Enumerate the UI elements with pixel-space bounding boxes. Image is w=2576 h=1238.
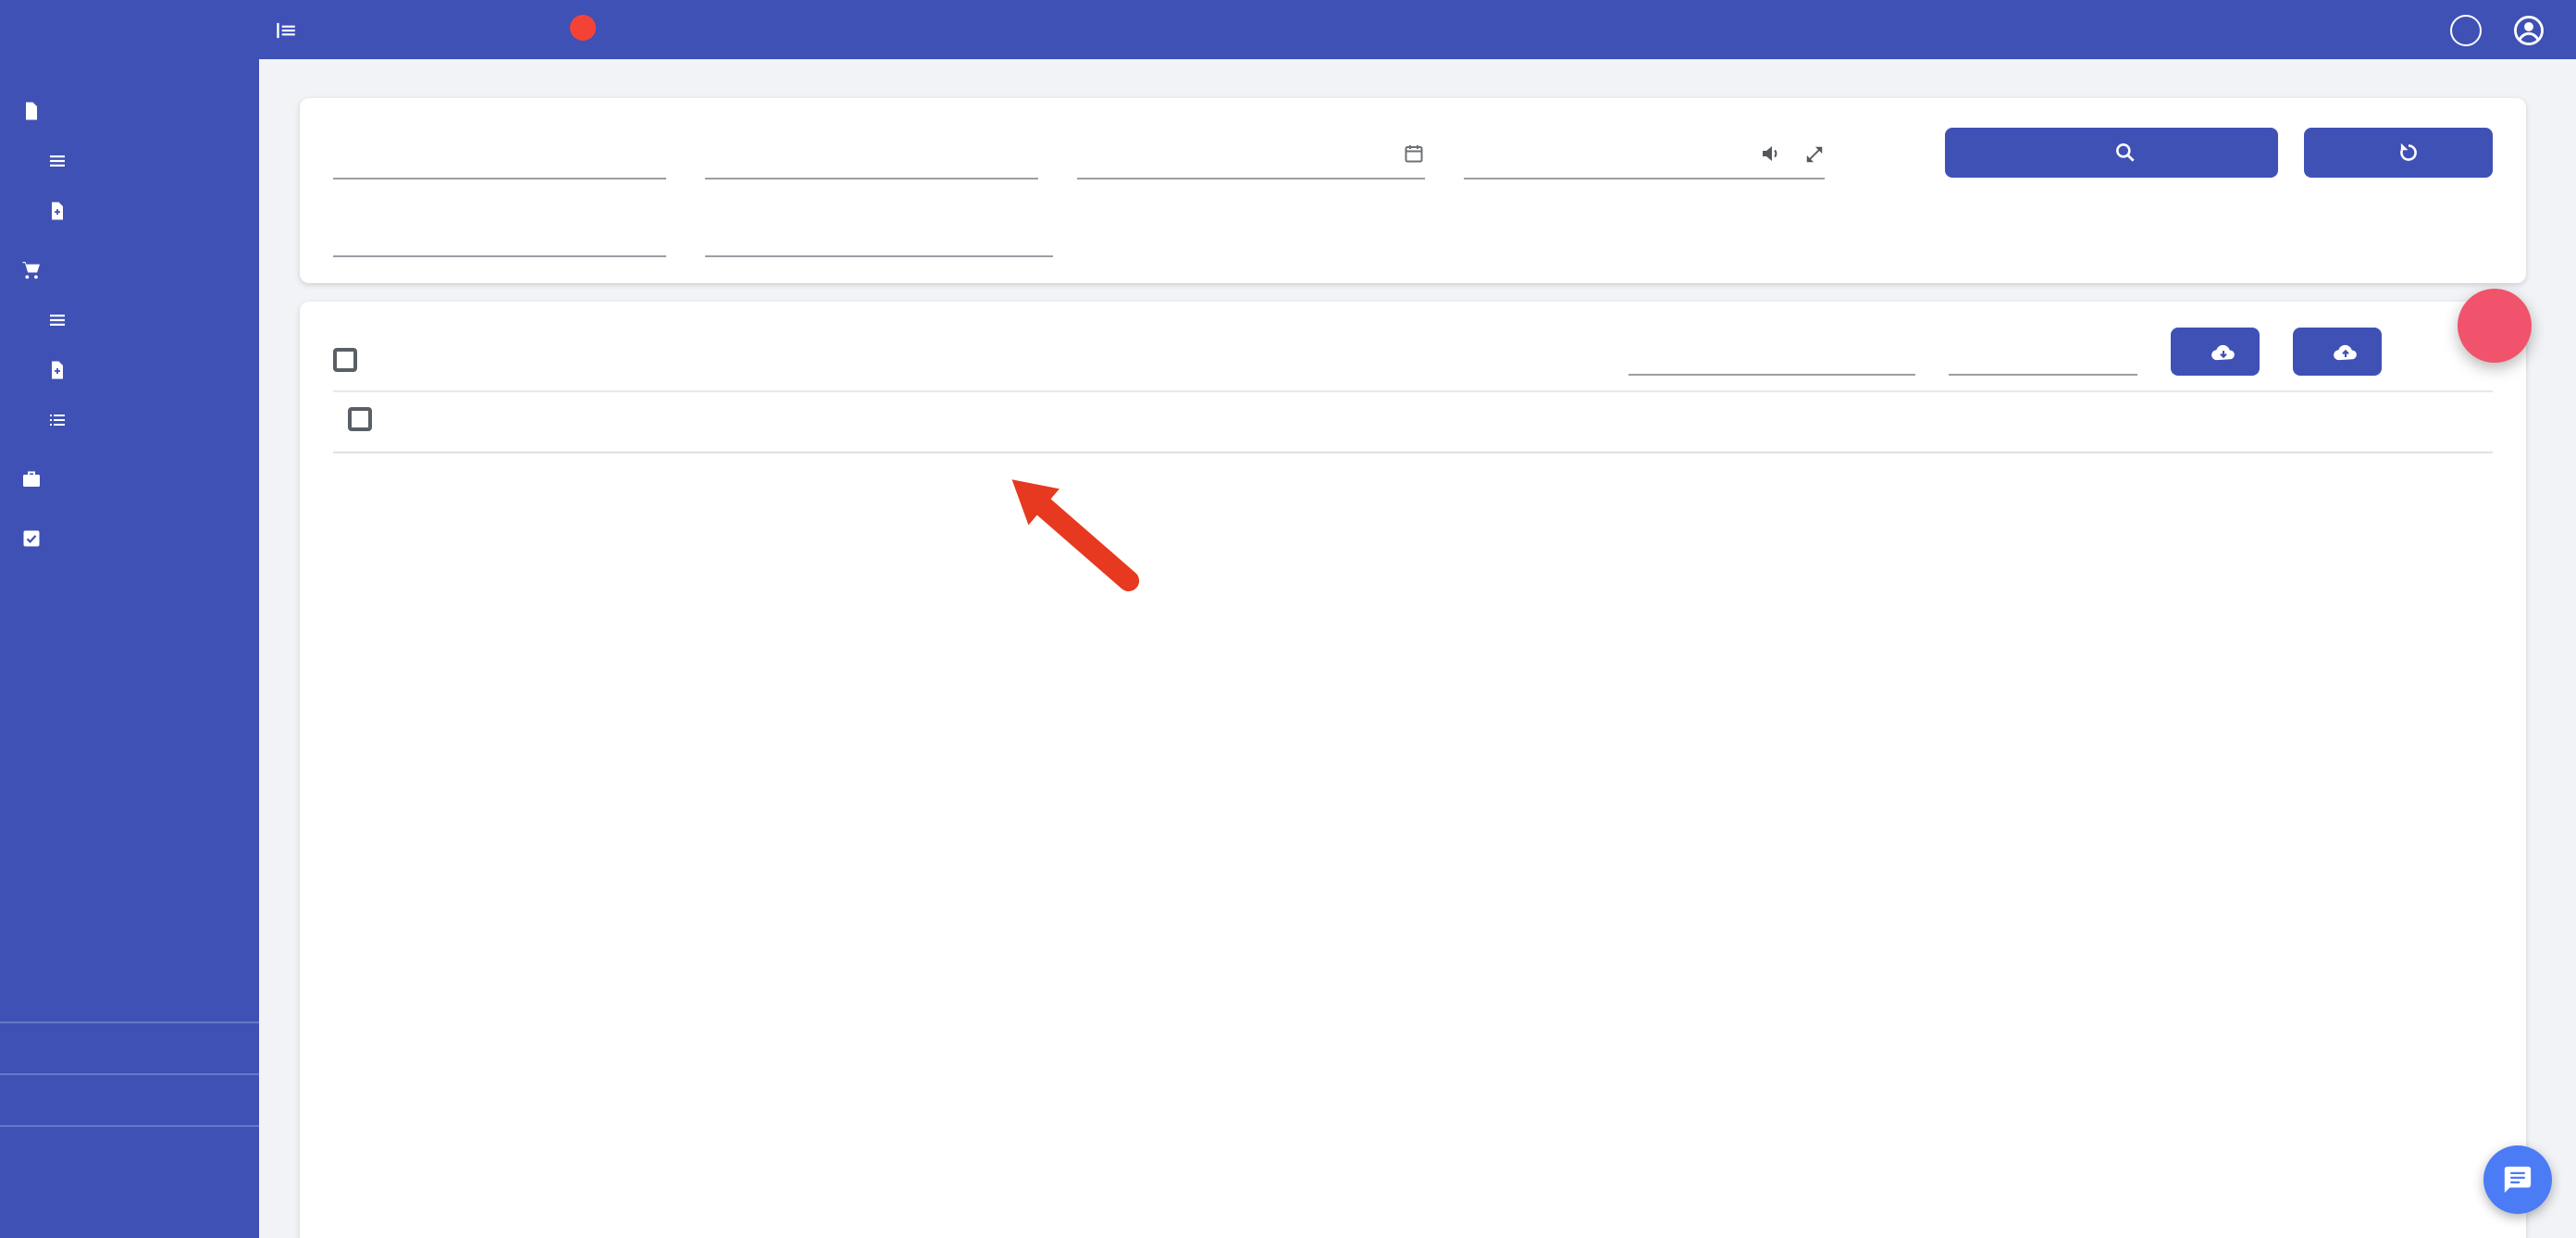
col-mededeling[interactable] xyxy=(2298,391,2493,452)
col-omschrijving[interactable] xyxy=(1710,391,1854,452)
col-type[interactable] xyxy=(633,391,711,452)
col-opmerking[interactable] xyxy=(1573,391,1710,452)
doc-nummer-tot-input[interactable] xyxy=(705,142,1038,165)
top-nav xyxy=(0,0,2576,59)
sidebar-toggle-icon[interactable] xyxy=(274,18,298,42)
sidebar-item-supporttutorials[interactable] xyxy=(0,1177,259,1227)
col-kleurcode[interactable] xyxy=(481,391,583,452)
sidebar-item-bezoeken[interactable] xyxy=(0,453,259,503)
filter-panel xyxy=(300,98,2526,283)
document-icon xyxy=(20,99,43,121)
calendar-icon[interactable] xyxy=(1403,142,1425,165)
table-header-row xyxy=(333,391,2493,452)
chat-button[interactable] xyxy=(2483,1145,2552,1214)
col-ref-klant[interactable] xyxy=(2100,391,2298,452)
zoeken-button[interactable] xyxy=(1945,128,2278,178)
chat-icon xyxy=(2502,1164,2533,1195)
sidebar-item-documenten[interactable] xyxy=(0,85,259,135)
sidebar xyxy=(0,0,259,1238)
documents-panel xyxy=(300,302,2526,1238)
app-version xyxy=(0,1127,259,1177)
sidebar-item-artikels[interactable] xyxy=(0,244,259,294)
toolbar-actions xyxy=(1629,328,2382,376)
account-icon[interactable] xyxy=(2511,12,2546,47)
select-all-checkbox[interactable] xyxy=(348,407,372,431)
document-type-select[interactable] xyxy=(333,187,666,257)
col-referentie[interactable] xyxy=(1982,391,2100,452)
export-excel-button[interactable] xyxy=(2171,328,2260,376)
list-icon xyxy=(46,308,68,330)
speaker-icon[interactable] xyxy=(1760,142,1782,165)
col-verval-datum[interactable] xyxy=(798,391,912,452)
sidebar-item-maak-nieuw-artikel[interactable] xyxy=(0,344,259,394)
app-viewport xyxy=(0,0,2576,1238)
add-button[interactable] xyxy=(2458,289,2532,363)
reset-icon xyxy=(2396,141,2421,165)
bulk-button[interactable] xyxy=(2293,328,2382,376)
briefcase-icon xyxy=(20,467,43,489)
notification-badge xyxy=(570,15,596,41)
cloud-upload-icon xyxy=(2332,338,2359,365)
col-openstaand[interactable] xyxy=(1419,391,1521,452)
documents-table xyxy=(333,390,2493,453)
sidebar-item-instellingen[interactable] xyxy=(0,1023,259,1075)
col-ubl[interactable] xyxy=(1521,391,1573,452)
sidebar-item-todos[interactable] xyxy=(0,513,259,563)
col-btw[interactable] xyxy=(1157,391,1234,452)
reset-button[interactable] xyxy=(2304,128,2493,178)
doc-nummer-van-input[interactable] xyxy=(333,142,666,165)
col-totaal[interactable] xyxy=(1234,391,1327,452)
sidebar-footer xyxy=(0,972,259,1227)
doc-nummer-van-field xyxy=(333,130,666,180)
col-status[interactable] xyxy=(1854,391,1982,452)
table-toolbar xyxy=(333,320,2493,387)
overzicht-totalen xyxy=(333,348,376,376)
van-tot-input[interactable] xyxy=(1077,142,1381,165)
col-klant[interactable] xyxy=(912,391,1071,452)
filter-actions xyxy=(1945,128,2493,180)
sidebar-item-import-en-export[interactable] xyxy=(0,972,259,1023)
list-alt-icon xyxy=(46,408,68,430)
new-document-icon xyxy=(46,358,68,380)
status-select[interactable] xyxy=(705,187,1053,257)
kolommen-select[interactable] xyxy=(1949,359,2137,376)
help-icon[interactable] xyxy=(2450,14,2482,45)
todo-icon xyxy=(20,526,43,549)
col-betaald[interactable] xyxy=(1327,391,1419,452)
col-mvh[interactable] xyxy=(1071,391,1157,452)
col-nr[interactable] xyxy=(583,391,633,452)
selecteer-klant-input[interactable] xyxy=(1464,142,1749,165)
filter-row-1 xyxy=(333,128,2493,180)
sidebar-item-samenstellingen[interactable] xyxy=(0,394,259,444)
sidebar-item-maak-nieuw-document[interactable] xyxy=(0,185,259,235)
app-root xyxy=(0,0,2576,1238)
cart-icon xyxy=(20,258,43,280)
filter-input[interactable] xyxy=(1629,337,1915,376)
top-nav-actions xyxy=(2450,12,2576,47)
filter-row-2 xyxy=(333,187,2493,257)
col-datum[interactable] xyxy=(711,391,798,452)
sidebar-item-overzicht-artikels[interactable] xyxy=(0,294,259,344)
sidebar-item-support[interactable] xyxy=(0,1075,259,1127)
search-icon xyxy=(2112,141,2136,165)
van-tot-field xyxy=(1077,130,1425,180)
main-content xyxy=(259,59,2576,1238)
overzicht-totalen-checkbox[interactable] xyxy=(333,348,357,372)
col-doc-nummer[interactable] xyxy=(389,391,481,452)
expand-icon[interactable] xyxy=(1804,143,1825,164)
list-icon xyxy=(46,149,68,171)
doc-nummer-tot-field xyxy=(705,130,1038,180)
selecteer-klant-field xyxy=(1464,130,1825,180)
new-document-icon xyxy=(46,199,68,221)
header-select-cell xyxy=(333,391,389,452)
cloud-download-icon xyxy=(2210,338,2237,365)
sidebar-item-overzicht-documenten[interactable] xyxy=(0,135,259,185)
